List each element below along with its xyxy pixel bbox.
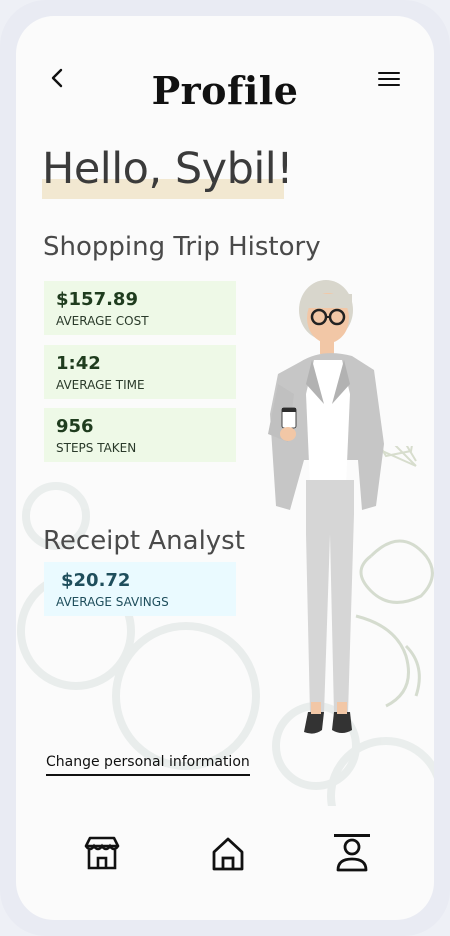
stat-value: $20.72	[61, 570, 131, 591]
stat-value: 1:42	[56, 353, 101, 374]
bottom-navigation	[16, 810, 434, 920]
phone-frame: Profile Hello, Sybil! Shopping Trip Hist…	[0, 0, 450, 936]
user-icon[interactable]	[330, 832, 374, 876]
stat-label: STEPS TAKEN	[56, 441, 137, 455]
woman-illustration	[268, 280, 384, 734]
home-icon[interactable]	[206, 832, 250, 876]
stat-average-cost: $157.89 AVERAGE COST	[44, 281, 236, 335]
change-personal-information-link[interactable]: Change personal information	[46, 754, 250, 776]
greeting-text: Hello, Sybil!	[42, 144, 294, 194]
greeting-block: Hello, Sybil!	[42, 144, 294, 199]
stat-value: 956	[56, 416, 94, 437]
stat-label: AVERAGE COST	[56, 314, 149, 328]
stat-average-savings: $20.72 AVERAGE SAVINGS	[44, 562, 236, 616]
stat-label: AVERAGE SAVINGS	[56, 595, 169, 609]
stat-value: $157.89	[56, 289, 138, 310]
menu-icon[interactable]	[378, 70, 400, 88]
app-screen: Profile Hello, Sybil! Shopping Trip Hist…	[16, 16, 434, 920]
shopping-history-title: Shopping Trip History	[43, 232, 321, 262]
receipt-analyst-title: Receipt Analyst	[43, 526, 245, 556]
stat-label: AVERAGE TIME	[56, 378, 145, 392]
store-icon[interactable]	[80, 832, 124, 876]
stat-average-time: 1:42 AVERAGE TIME	[44, 345, 236, 399]
stat-steps-taken: 956 STEPS TAKEN	[44, 408, 236, 462]
page-title: Profile	[151, 68, 299, 113]
